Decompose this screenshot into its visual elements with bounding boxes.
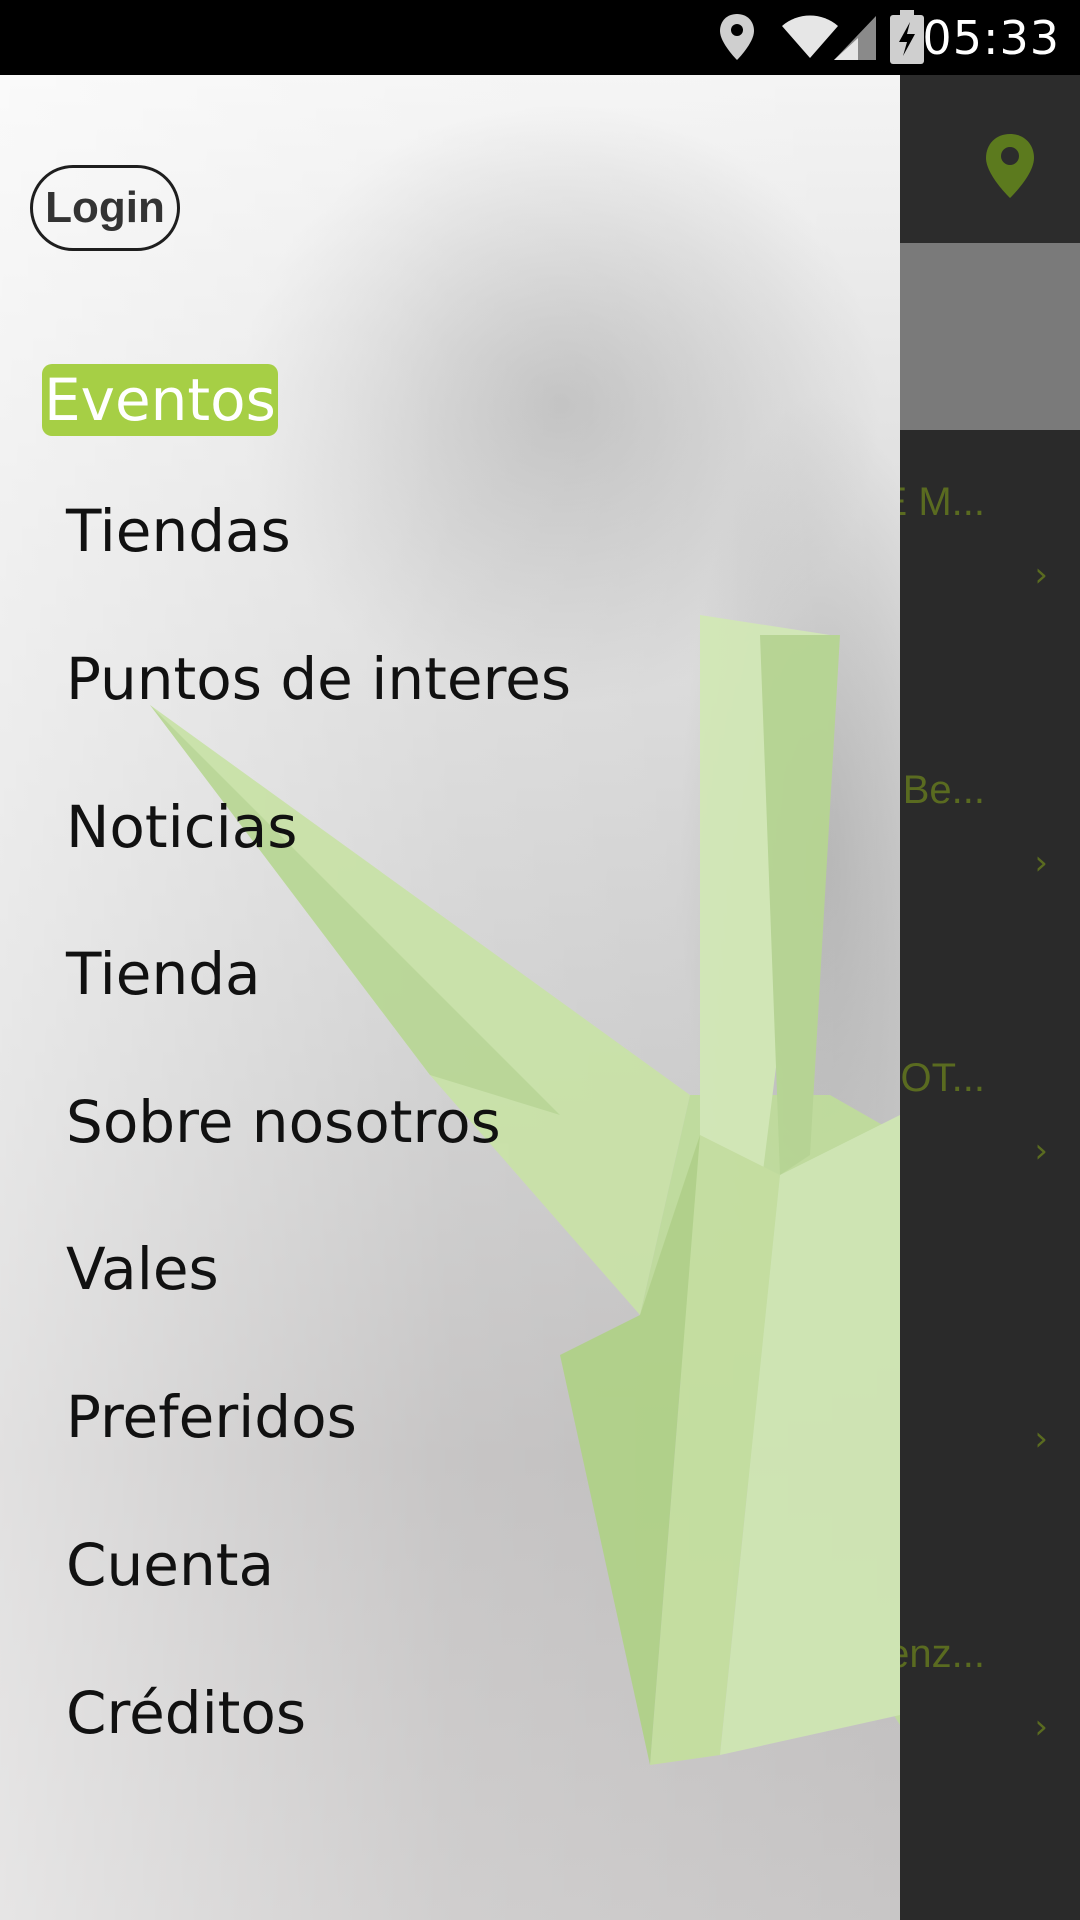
chevron-right-icon: › <box>1034 843 1048 883</box>
battery-charging-icon <box>890 10 924 64</box>
menu-item-tiendas[interactable]: Tiendas <box>66 495 291 567</box>
menu-item-noticias[interactable]: Noticias <box>66 791 298 863</box>
location-pin-icon <box>720 14 754 60</box>
menu-item-tienda[interactable]: Tienda <box>66 938 261 1010</box>
menu-item-creditos[interactable]: Créditos <box>66 1677 306 1749</box>
menu-item-puntos-de-interes[interactable]: Puntos de interes <box>66 643 571 715</box>
location-pin-icon[interactable] <box>980 130 1040 200</box>
chevron-right-icon: › <box>1034 1707 1048 1747</box>
navigation-drawer: Login Eventos Tiendas Puntos de interes … <box>0 75 900 1920</box>
screen: 05:33 E M... › Be... › OT... › › enz... <box>0 0 1080 1920</box>
menu-item-preferidos[interactable]: Preferidos <box>66 1381 357 1453</box>
login-button[interactable]: Login <box>30 165 180 251</box>
signal-icon <box>834 16 876 60</box>
chevron-right-icon: › <box>1034 1419 1048 1459</box>
menu-item-cuenta[interactable]: Cuenta <box>66 1529 274 1601</box>
chevron-right-icon: › <box>1034 555 1048 595</box>
menu-item-sobre-nosotros[interactable]: Sobre nosotros <box>66 1086 501 1158</box>
wifi-icon <box>782 15 838 58</box>
clock: 05:33 <box>922 11 1060 65</box>
menu-item-vales[interactable]: Vales <box>66 1233 219 1305</box>
status-bar: 05:33 <box>0 0 1080 75</box>
menu-item-eventos[interactable]: Eventos <box>42 364 278 436</box>
chevron-right-icon: › <box>1034 1131 1048 1171</box>
